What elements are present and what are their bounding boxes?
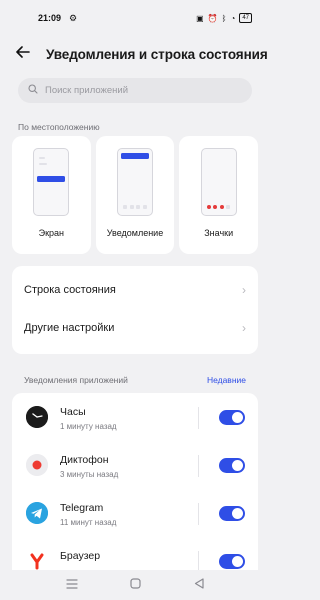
list-item[interactable]: Telegram 11 минут назад	[12, 489, 258, 537]
location-option-screen[interactable]: Экран	[12, 136, 91, 254]
back-arrow-icon[interactable]	[16, 45, 36, 63]
sort-recent-link[interactable]: Недавние	[207, 375, 246, 385]
system-nav-bar	[0, 570, 270, 600]
notification-preview	[117, 148, 153, 216]
browser-icon	[26, 550, 48, 572]
home-icon[interactable]	[130, 578, 142, 592]
other-settings-row[interactable]: Другие настройки ›	[12, 309, 258, 347]
location-option-badges[interactable]: Значки	[179, 136, 259, 254]
settings-card: Строка состояния › Другие настройки ›	[12, 266, 258, 354]
apps-section-label: Уведомления приложений	[24, 375, 128, 385]
wifi-icon: ◔	[230, 13, 236, 23]
clock-icon	[26, 406, 48, 428]
search-icon	[28, 84, 38, 97]
gear-icon: ⚙	[69, 12, 78, 23]
back-triangle-icon[interactable]	[194, 578, 204, 592]
app-name: Telegram	[60, 502, 104, 514]
notification-toggle[interactable]	[219, 554, 245, 569]
status-bar: 21:09 ⚙ ▣ ⏰ ᛒ ◔ 47	[0, 0, 270, 36]
app-time: 3 минуты назад	[60, 470, 119, 479]
location-option-notification[interactable]: Уведомление	[95, 136, 175, 254]
list-item[interactable]: Диктофон 3 минуты назад	[12, 441, 258, 489]
app-time: 1 минуту назад	[60, 422, 117, 431]
alarm-icon: ⏰	[207, 13, 218, 23]
chevron-right-icon: ›	[242, 283, 246, 297]
nfc-icon: ▣	[196, 13, 204, 23]
battery-icon: 47	[239, 13, 252, 23]
list-item[interactable]: Браузер	[12, 537, 258, 573]
status-time: 21:09	[38, 13, 62, 23]
page-title: Уведомления и строка состояния	[46, 46, 268, 62]
search-placeholder: Поиск приложений	[45, 85, 129, 96]
chevron-right-icon: ›	[242, 321, 246, 335]
row-label: Строка состояния	[24, 284, 116, 296]
app-time: 11 минут назад	[60, 518, 117, 527]
status-icons: ▣ ⏰ ᛒ ◔ 47	[196, 13, 252, 23]
location-cards: Экран Уведомление Значки	[12, 136, 259, 254]
row-label: Другие настройки	[24, 322, 115, 334]
location-option-label: Значки	[204, 228, 234, 238]
screen-preview	[33, 148, 70, 216]
search-input[interactable]: Поиск приложений	[18, 78, 252, 103]
notification-toggle[interactable]	[219, 506, 245, 521]
app-name: Браузер	[60, 550, 101, 562]
bluetooth-icon: ᛒ	[221, 13, 227, 23]
location-option-label: Экран	[38, 228, 65, 238]
status-bar-settings-row[interactable]: Строка состояния ›	[12, 271, 258, 309]
apps-list: Часы 1 минуту назад Диктофон 3 минуты на…	[12, 393, 258, 573]
location-section-label: По местоположению	[18, 122, 100, 132]
app-name: Диктофон	[60, 454, 109, 466]
page-header: Уведомления и строка состояния	[0, 40, 270, 68]
telegram-icon	[26, 502, 48, 524]
badges-preview	[200, 148, 237, 216]
recorder-icon	[26, 454, 48, 476]
list-item[interactable]: Часы 1 минуту назад	[12, 393, 258, 441]
app-name: Часы	[60, 406, 86, 418]
notification-toggle[interactable]	[219, 458, 245, 473]
notification-toggle[interactable]	[219, 410, 245, 425]
menu-icon[interactable]	[66, 578, 78, 592]
location-option-label: Уведомление	[106, 228, 164, 238]
